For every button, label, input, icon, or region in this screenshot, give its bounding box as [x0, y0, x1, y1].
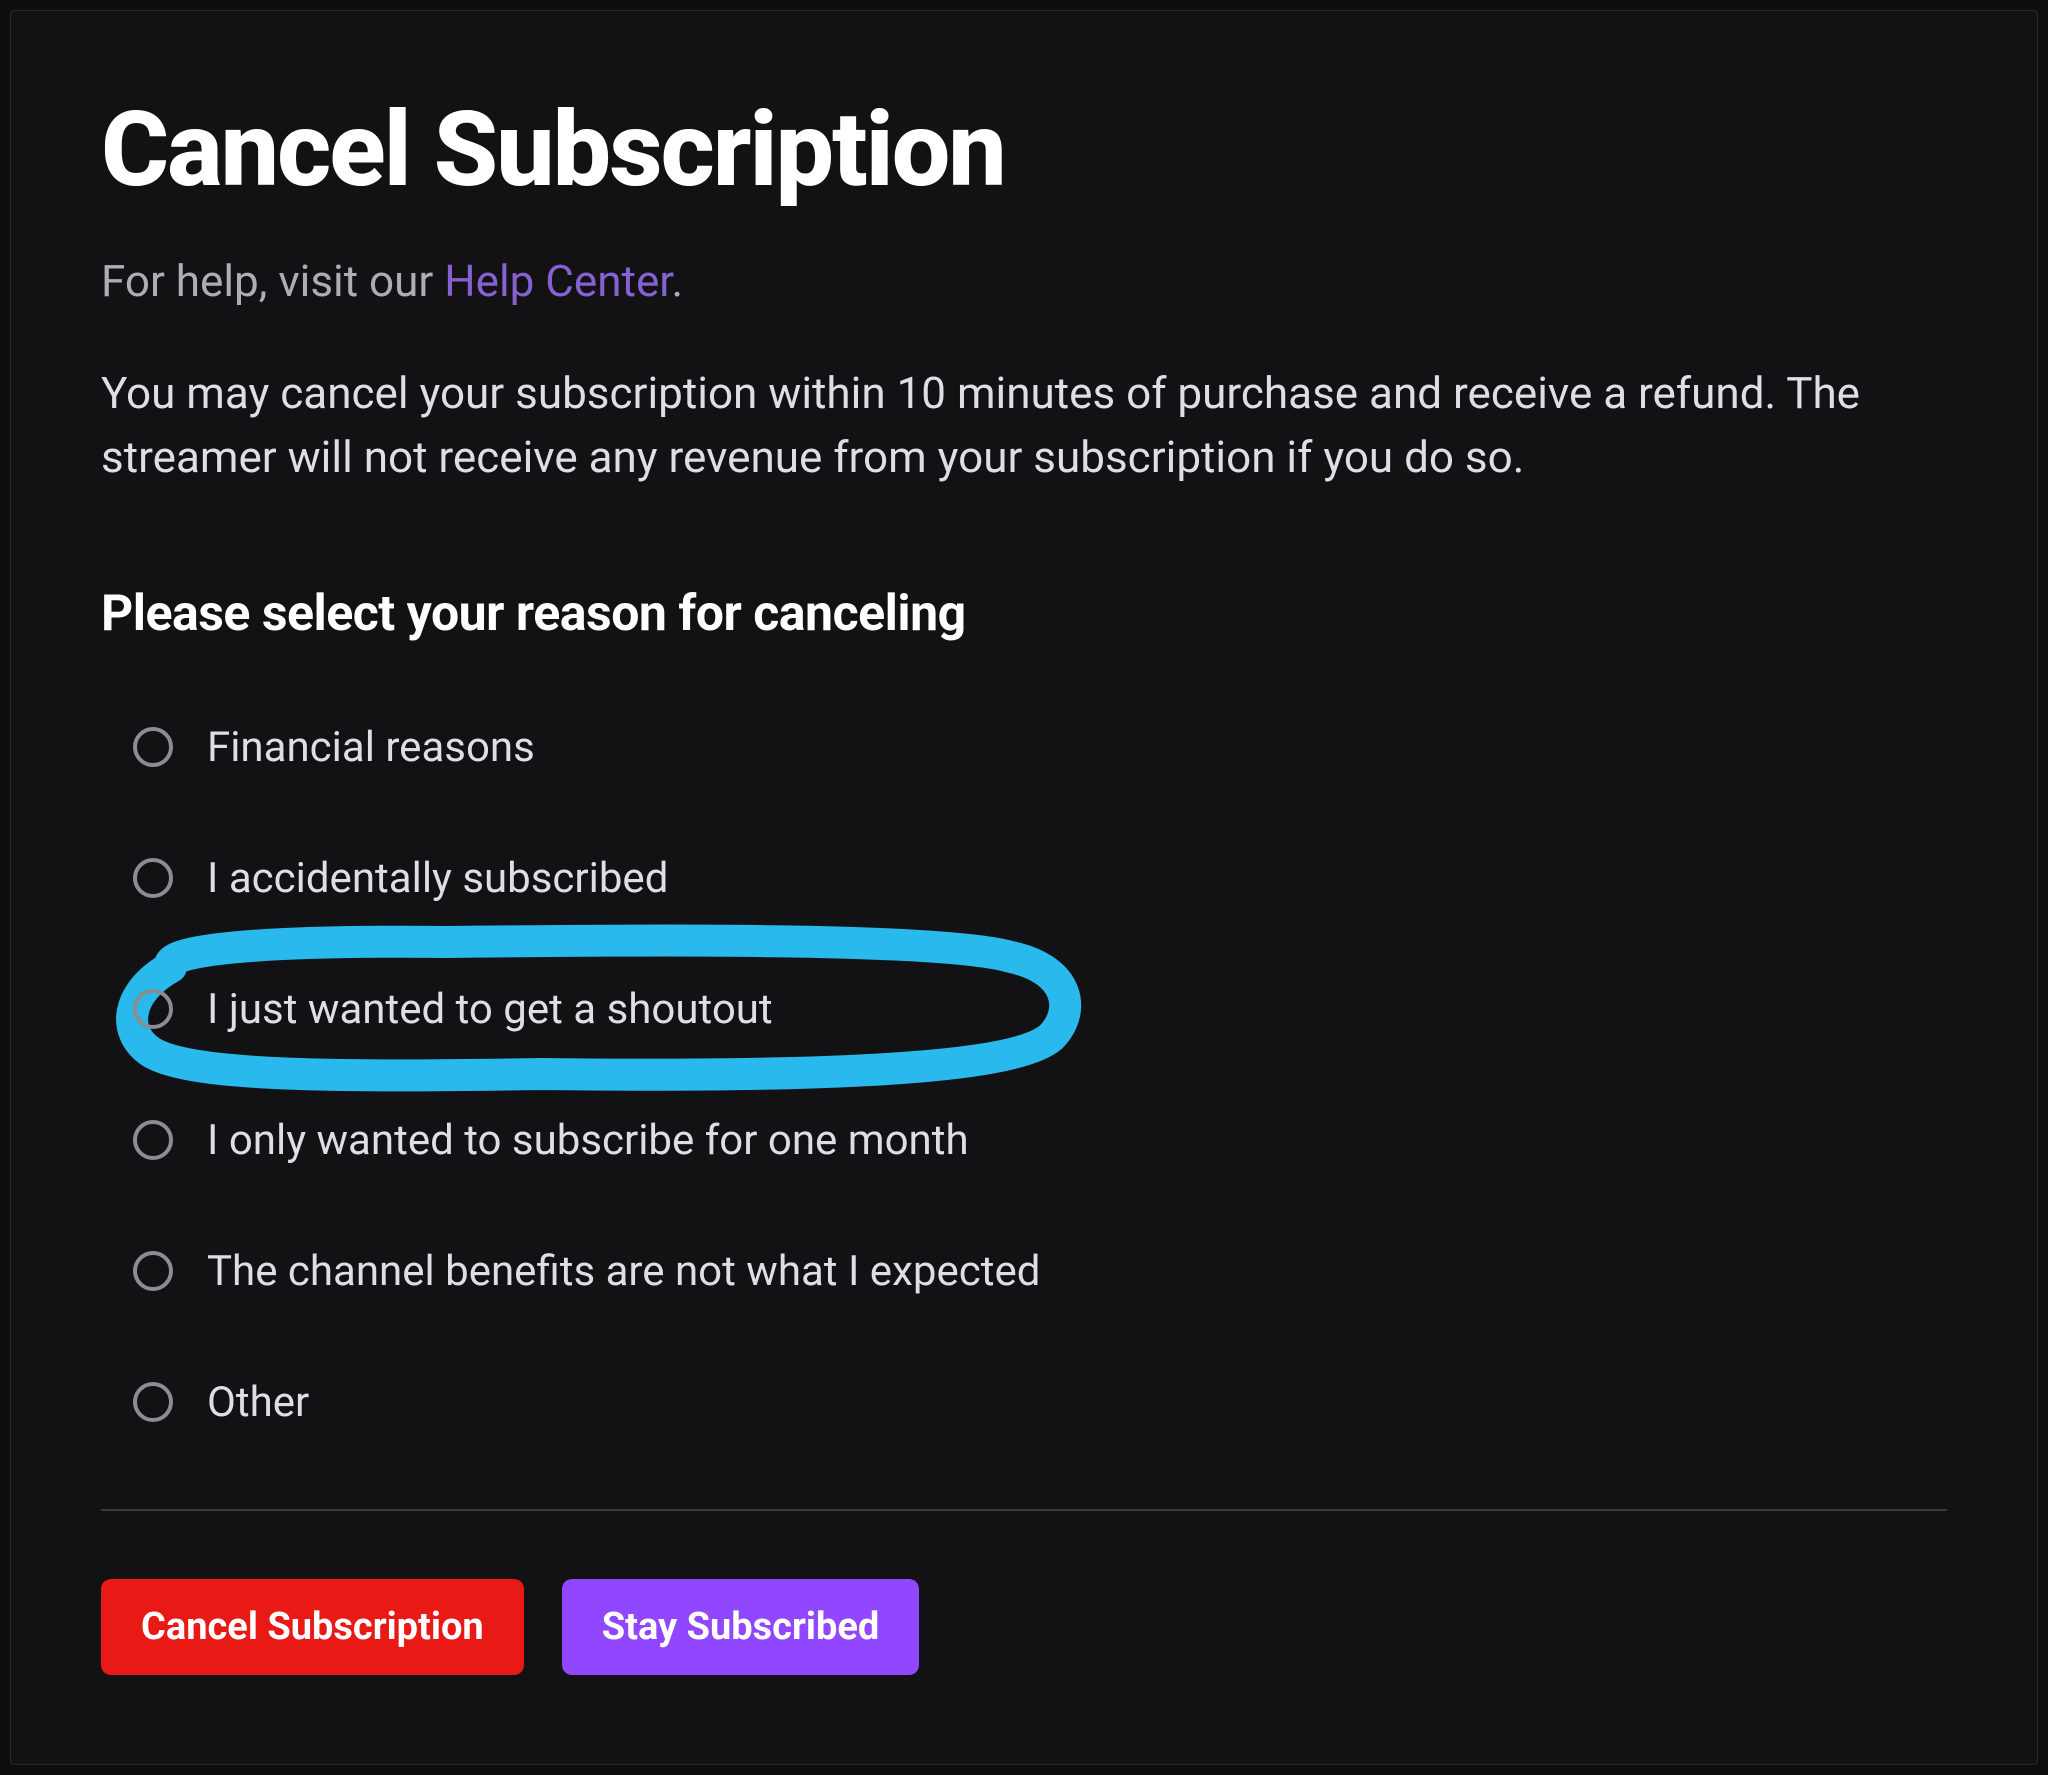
- radio-label: I accidentally subscribed: [207, 854, 668, 903]
- radio-option-benefits[interactable]: The channel benefits are not what I expe…: [133, 1247, 1947, 1296]
- radio-option-accidental[interactable]: I accidentally subscribed: [133, 854, 1947, 903]
- cancel-subscription-panel: Cancel Subscription For help, visit our …: [10, 10, 2038, 1765]
- radio-icon: [133, 1120, 173, 1160]
- cancel-reason-radio-group: Financial reasons I accidentally subscri…: [101, 723, 1947, 1427]
- radio-icon: [133, 1251, 173, 1291]
- radio-icon: [133, 727, 173, 767]
- page-title: Cancel Subscription: [101, 96, 1947, 205]
- reason-heading: Please select your reason for canceling: [101, 585, 1947, 643]
- radio-option-other[interactable]: Other: [133, 1378, 1947, 1427]
- button-row: Cancel Subscription Stay Subscribed: [101, 1579, 1947, 1675]
- radio-label: The channel benefits are not what I expe…: [207, 1247, 1040, 1296]
- radio-option-financial[interactable]: Financial reasons: [133, 723, 1947, 772]
- divider: [101, 1509, 1947, 1511]
- cancel-subscription-button[interactable]: Cancel Subscription: [101, 1579, 524, 1675]
- radio-label: I just wanted to get a shoutout: [207, 985, 773, 1034]
- help-prefix: For help, visit our: [101, 255, 444, 307]
- radio-label: I only wanted to subscribe for one month: [207, 1116, 969, 1165]
- stay-subscribed-button[interactable]: Stay Subscribed: [562, 1579, 920, 1675]
- help-center-link[interactable]: Help Center: [444, 255, 671, 307]
- radio-label: Financial reasons: [207, 723, 535, 772]
- refund-info-text: You may cancel your subscription within …: [101, 362, 1947, 490]
- radio-icon: [133, 858, 173, 898]
- radio-option-shoutout[interactable]: I just wanted to get a shoutout: [133, 985, 1947, 1034]
- radio-icon: [133, 1382, 173, 1422]
- radio-option-one-month[interactable]: I only wanted to subscribe for one month: [133, 1116, 1947, 1165]
- radio-icon: [133, 989, 173, 1029]
- help-line: For help, visit our Help Center.: [101, 255, 1947, 307]
- help-suffix: .: [672, 255, 684, 307]
- radio-label: Other: [207, 1378, 309, 1427]
